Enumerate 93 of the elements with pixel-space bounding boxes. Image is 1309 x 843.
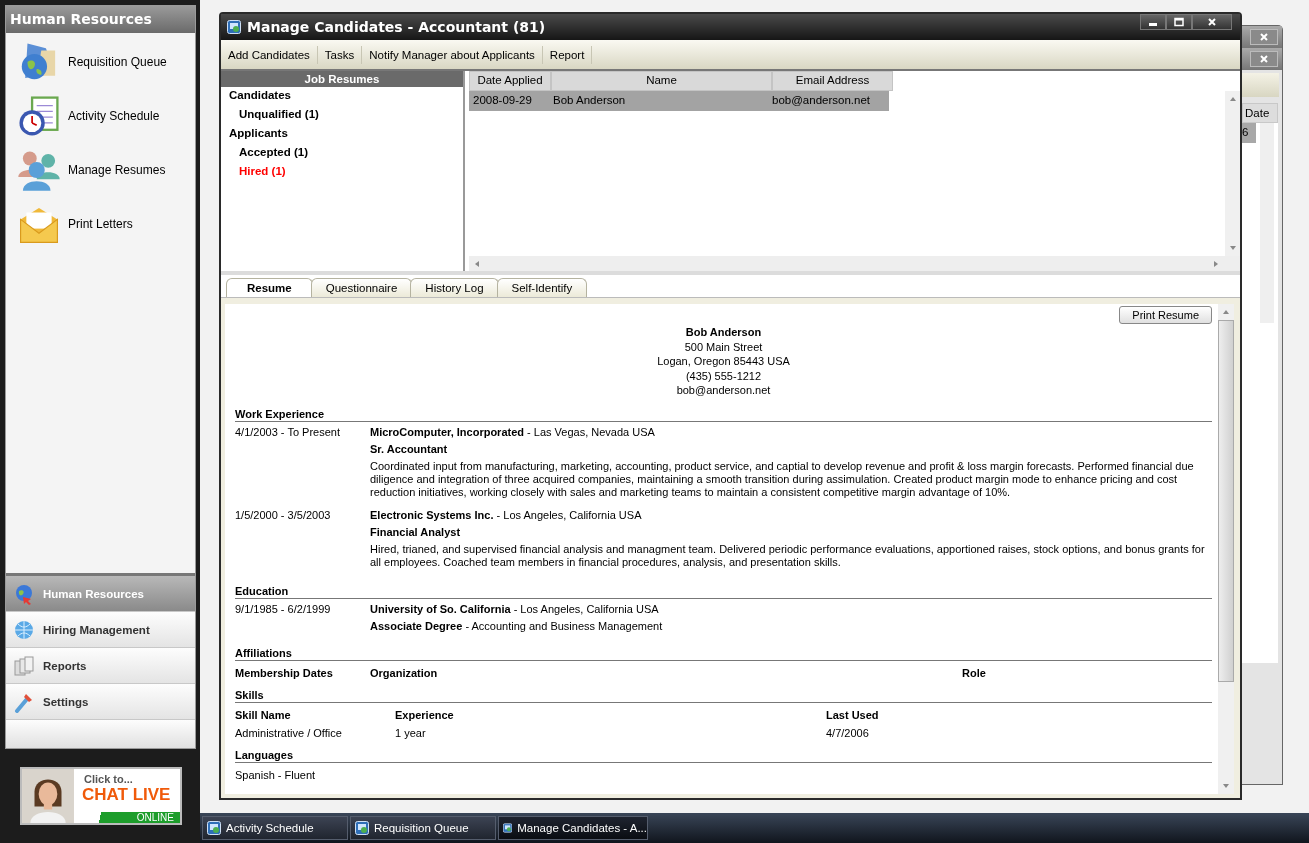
tab[interactable]: History Log xyxy=(410,278,499,297)
nav-label: Hiring Management xyxy=(43,623,150,636)
contact-line: 500 Main Street xyxy=(684,339,763,354)
minimize-button[interactable] xyxy=(1140,14,1166,30)
nav-label: Human Resources xyxy=(43,587,144,600)
nav-item[interactable]: Settings xyxy=(6,684,195,720)
column-header: Skill Name xyxy=(235,708,292,721)
contact-line: bob@anderson.net xyxy=(676,383,771,398)
tree-item[interactable]: Candidates xyxy=(221,87,463,106)
globe-icon xyxy=(13,582,35,605)
taskbar-button[interactable]: Requisition Queue xyxy=(350,816,496,840)
entry-line: MicroComputer, Incorporated - Las Vegas, Nevada USA xyxy=(370,425,656,438)
table-cell-text: 4/7/2006 xyxy=(826,726,870,739)
sidebar-item[interactable]: Requisition Queue xyxy=(68,55,167,69)
entry-line: Sr. Accountant xyxy=(370,442,449,455)
toolbar-button[interactable]: Notify Manager about Applicants xyxy=(362,45,543,64)
toolbar-button[interactable]: Report xyxy=(542,45,593,64)
contact-line: Logan, Oregon 85443 USA xyxy=(657,354,790,369)
section-heading: Skills xyxy=(235,688,1212,703)
description-text: Coordinated input from manufacturing, marketing, accounting, product service, and captial to develop revenue and profit & loss margin forecasts. Performed financial due diligence and integration of three acquired companies, maintaining a smooth transition during assimulation. Created product margin mode to enhance pricing and cost reduction initiatives, working closely with sales and marketing teams to maintain a consistent competitive margin advantage of 10%. xyxy=(370,459,1195,499)
app-icon xyxy=(227,20,241,34)
close-icon xyxy=(1259,54,1269,64)
list-item: Spanish - Fluent xyxy=(235,767,317,781)
table-cell-text: Administrative / Office xyxy=(235,726,343,739)
taskbar-button[interactable]: Manage Candidates - A... xyxy=(498,816,648,840)
table-cell-text: 2008-09-29 xyxy=(472,93,533,108)
banner-text: Click to... xyxy=(83,772,133,785)
sidebar-item[interactable]: Print Letters xyxy=(68,217,133,231)
table-cell-text: bob@anderson.net xyxy=(771,93,871,108)
tree-item[interactable]: Unqualified (1) xyxy=(221,106,463,125)
table-cell-text: 1 year xyxy=(395,726,427,739)
panel-header: Job Resumes xyxy=(221,71,463,87)
chat-banner[interactable]: Click to... CHAT LIVE ONLINE xyxy=(20,767,182,825)
column-header: Last Used xyxy=(826,708,880,721)
sidebar-title: Human Resources xyxy=(6,6,195,33)
column-header: Role xyxy=(962,666,987,679)
contact-line: (435) 555-1212 xyxy=(685,368,762,383)
column-header: Membership Dates xyxy=(235,666,334,679)
section-heading: Affiliations xyxy=(235,646,1212,661)
close-icon xyxy=(1259,32,1269,42)
tree-item[interactable]: Accepted (1) xyxy=(221,144,463,163)
window-title: Manage Candidates - Accountant (81) xyxy=(247,19,546,35)
taskbar-button[interactable]: Activity Schedule xyxy=(202,816,348,840)
nav-item[interactable]: Hiring Management xyxy=(6,612,195,648)
section-heading: Languages xyxy=(235,748,1212,763)
entry-line: Financial Analyst xyxy=(370,525,462,538)
globe-icon xyxy=(13,618,35,641)
tree-item[interactable]: Applicants xyxy=(221,125,463,144)
print-button[interactable]: Print Resume xyxy=(1119,306,1212,324)
entry-line: University of So. California - Los Angeles, California USA xyxy=(370,602,660,615)
entry-line: Associate Degree - Accounting and Business Management xyxy=(370,619,664,632)
tab[interactable]: Questionnaire xyxy=(310,278,413,297)
column-header[interactable]: Date xyxy=(1242,103,1278,123)
app-icon xyxy=(207,821,221,835)
toolbar-button[interactable]: Tasks xyxy=(317,45,363,64)
nav-item[interactable]: Reports xyxy=(6,648,195,684)
maximize-icon xyxy=(1173,17,1185,27)
date-range: 1/5/2000 - 3/5/2003 xyxy=(235,508,332,523)
vertical-scrollbar[interactable] xyxy=(1225,91,1240,256)
sidebar-item[interactable]: Activity Schedule xyxy=(68,109,160,123)
table-cell-text: Bob Anderson xyxy=(552,93,627,108)
section-heading: Work Experience xyxy=(235,407,1212,422)
tree-item[interactable]: Hired (1) xyxy=(221,163,463,182)
clock-icon xyxy=(16,93,62,139)
vertical-scrollbar[interactable] xyxy=(1218,304,1234,794)
column-header[interactable]: Name xyxy=(551,71,772,91)
maximize-button[interactable] xyxy=(1166,14,1192,30)
app-icon xyxy=(355,821,369,835)
column-header[interactable]: Email Address xyxy=(772,71,893,91)
tab[interactable]: Self-Identify xyxy=(496,278,588,297)
toolbar xyxy=(1242,73,1279,97)
date-range: 9/1/1985 - 6/2/1999 xyxy=(235,602,332,617)
banner-title: CHAT LIVE xyxy=(81,785,171,805)
person-name: Bob Anderson xyxy=(685,325,762,340)
column-header: Experience xyxy=(395,708,455,721)
date-range: 4/1/2003 - To Present xyxy=(235,425,341,440)
nav-label: Reports xyxy=(43,659,87,672)
documents-icon xyxy=(13,654,35,677)
vertical-scrollbar[interactable] xyxy=(1260,123,1274,323)
horizontal-scrollbar[interactable] xyxy=(469,256,1240,271)
table-cell: 6 xyxy=(1242,123,1256,143)
entry-line: Electronic Systems Inc. - Los Angeles, California USA xyxy=(370,508,643,521)
close-icon xyxy=(1207,17,1217,27)
app-icon xyxy=(503,821,513,835)
nav-label: Settings xyxy=(43,695,89,708)
close-button[interactable] xyxy=(1192,14,1232,30)
sidebar-item[interactable]: Manage Resumes xyxy=(68,163,166,177)
tab[interactable]: Resume xyxy=(226,278,313,297)
toolbar-button[interactable]: Add Candidates xyxy=(221,45,318,64)
description-text: Hired, trianed, and supervised financial analysis and managment team. Delivered periodic performance evaluations, apportioned raises, stock options, and bonus grants for all employees. Coached team members in financial procedures, analysis, and presentation skills. xyxy=(370,542,1206,569)
column-header[interactable]: Date Applied xyxy=(469,71,551,91)
section-heading: Education xyxy=(235,584,1212,599)
column-header: Organization xyxy=(370,666,439,679)
